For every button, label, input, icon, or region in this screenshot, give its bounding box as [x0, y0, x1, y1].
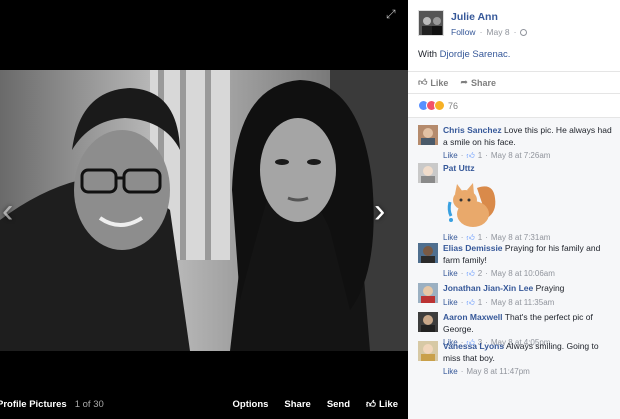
thumbs-up-icon: 👍︎ [366, 399, 376, 410]
comment-meta: Like · 👍︎ 1 · May 8 at 7:31am [443, 232, 618, 244]
commenter-avatar[interactable] [418, 341, 438, 361]
thumbs-up-icon: 👍︎ [466, 297, 475, 307]
like-button[interactable]: 👍︎ Like [358, 398, 408, 411]
post-meta: Follow · May 8 · [451, 27, 528, 37]
comment-like-count[interactable]: 2 [478, 268, 482, 280]
comment-meta: Like · 👍︎ 1 · May 8 at 11:35am [443, 297, 618, 309]
post-like-button[interactable]: 👍︎ Like [418, 77, 448, 88]
post-like-label: Like [430, 77, 449, 88]
comment-like-count[interactable]: 1 [478, 150, 482, 162]
photo[interactable] [0, 70, 408, 351]
commenter-name[interactable]: Chris Sanchez [443, 125, 502, 135]
post-text-prefix: With [418, 49, 437, 60]
commenter-name[interactable]: Aaron Maxwell [443, 312, 503, 322]
comment-like-button[interactable]: Like [443, 297, 458, 309]
separator: · [460, 269, 464, 278]
comments-list: Chris Sanchez Love this pic. He always h… [408, 117, 620, 419]
like-button-label: Like [378, 398, 398, 410]
album-name-link[interactable]: Profile Pictures [0, 399, 67, 410]
comment-like-count[interactable]: 1 [478, 232, 482, 244]
commenter-name[interactable]: Pat Uttz [443, 163, 475, 173]
commenter-avatar[interactable] [418, 243, 438, 263]
previous-photo-icon[interactable]: ‹ [2, 194, 26, 228]
separator: · [479, 27, 483, 37]
expand-icon[interactable]: ⤢ [386, 8, 398, 20]
commenter-name[interactable]: Jonathan Jian-Xin Lee [443, 283, 533, 293]
comment-text: Praying [535, 283, 565, 293]
follow-link[interactable]: Follow [451, 27, 476, 37]
comment: Chris Sanchez Love this pic. He always h… [418, 125, 618, 162]
separator: · [460, 367, 464, 376]
comment-like-button[interactable]: Like [443, 268, 458, 280]
comment-time[interactable]: May 8 at 7:31am [491, 232, 551, 244]
comment: Vanessa Lyons Always smiling. Going to m… [418, 341, 618, 378]
separator: · [485, 151, 488, 160]
comment: Pat Uttz Like · 👍︎ 1 · May 8 at 7:31am [418, 163, 618, 243]
comment: Jonathan Jian-Xin Lee Praying Like · 👍︎ … [418, 283, 618, 308]
share-arrow-icon: ➦ [460, 77, 468, 87]
comment-time[interactable]: May 8 at 11:47pm [466, 366, 529, 378]
separator: · [513, 27, 517, 37]
commenter-avatar[interactable] [418, 163, 438, 183]
separator: · [485, 269, 488, 278]
separator: · [460, 297, 464, 307]
photo-image [0, 70, 408, 351]
separator: · [485, 297, 488, 307]
commenter-avatar[interactable] [418, 125, 438, 145]
album-position: 1 of 30 [74, 398, 104, 410]
comment-like-button[interactable]: Like [443, 150, 458, 162]
post-share-label: Share [470, 77, 496, 88]
comment-time[interactable]: May 8 at 11:35am [491, 297, 554, 309]
commenter-name[interactable]: Elias Demissie [443, 243, 503, 253]
comment-like-button[interactable]: Like [443, 366, 458, 378]
comment-like-button[interactable]: Like [443, 232, 458, 244]
separator: · [485, 232, 488, 242]
share-button[interactable]: Share [276, 399, 318, 410]
reactions-summary[interactable]: 76 [408, 93, 620, 117]
next-photo-icon[interactable]: › [374, 194, 398, 228]
author-name[interactable]: Julie Ann [451, 11, 498, 23]
thumbs-up-icon: 👍︎ [466, 232, 475, 242]
comment-like-count[interactable]: 1 [478, 297, 482, 309]
separator: · [460, 151, 464, 160]
post-panel: Julie Ann Follow · May 8 · With Djordje … [408, 0, 620, 419]
post-share-button[interactable]: ➦ Share [460, 77, 496, 88]
comment-meta: Like · 👍︎ 2 · May 8 at 10:06am [443, 268, 618, 280]
globe-icon [520, 28, 528, 36]
author-avatar[interactable] [418, 10, 444, 36]
send-button[interactable]: Send [319, 399, 358, 410]
options-button[interactable]: Options [225, 399, 277, 410]
thumbs-up-icon: 👍︎ [466, 269, 475, 278]
sad-cat-sticker[interactable] [443, 178, 499, 230]
post-actions: 👍︎ Like ➦ Share [408, 71, 620, 93]
thumbs-up-icon: 👍︎ [418, 77, 428, 87]
wow-reaction-icon [434, 100, 445, 111]
separator: · [460, 232, 464, 242]
thumbs-up-icon: 👍︎ [466, 151, 475, 160]
commenter-avatar[interactable] [418, 312, 438, 332]
commenter-avatar[interactable] [418, 283, 438, 303]
comment-meta: Like · 👍︎ 1 · May 8 at 7:26am [443, 150, 618, 162]
tagged-friend-link[interactable]: Djordje Sarenac. [440, 49, 511, 60]
comment: Elias Demissie Praying for his family an… [418, 243, 618, 280]
photo-viewer: ⤢ ‹ › Profile Pictures 1 of 30 Options S… [0, 0, 408, 419]
reaction-count[interactable]: 76 [448, 101, 458, 111]
commenter-name[interactable]: Vanessa Lyons [443, 341, 504, 351]
comment-meta: Like · May 8 at 11:47pm [443, 366, 618, 378]
comment-time[interactable]: May 8 at 10:06am [491, 268, 555, 280]
post-date[interactable]: May 8 [486, 27, 509, 37]
post-text: With Djordje Sarenac. [418, 49, 510, 60]
viewer-bottom-bar: Profile Pictures 1 of 30 Options Share S… [0, 389, 408, 419]
post-header: Julie Ann Follow · May 8 · [408, 0, 620, 42]
comment-time[interactable]: May 8 at 7:26am [491, 150, 551, 162]
